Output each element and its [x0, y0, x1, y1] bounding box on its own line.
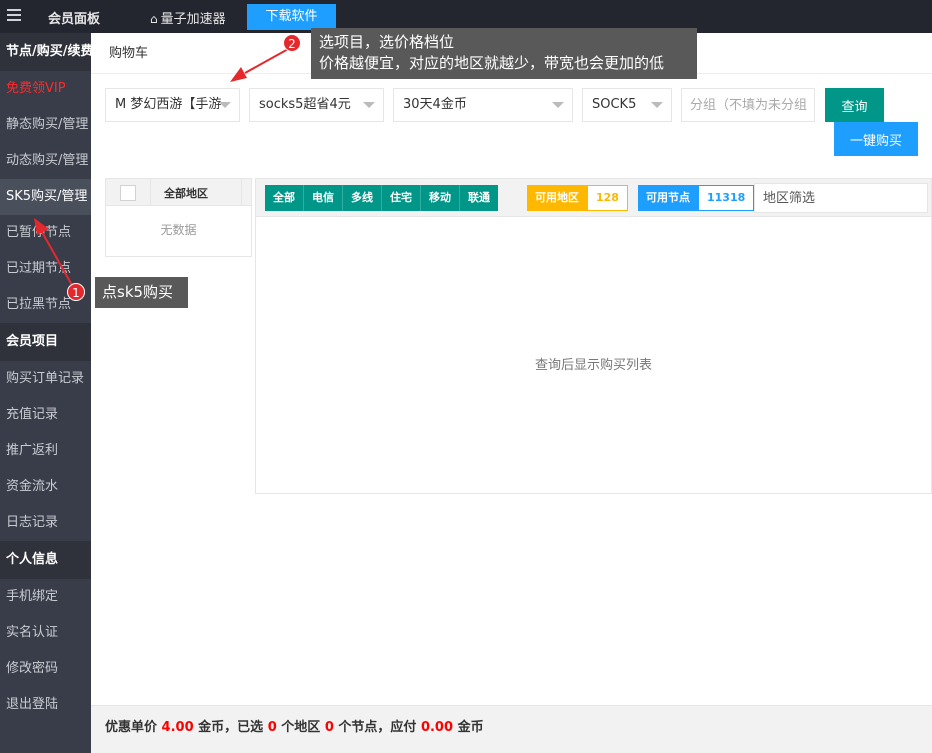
home-icon: ⌂	[150, 12, 158, 26]
cart-title: 购物车	[109, 46, 149, 61]
purchase-list-placeholder: 查询后显示购买列表	[534, 358, 652, 373]
selected-nodes-count: 0	[324, 720, 334, 735]
sidebar-item-static-purchase[interactable]: 静态购买/管理	[0, 107, 91, 143]
region-filter-input[interactable]	[754, 183, 928, 213]
project-select-value: M 梦幻西游【手游	[115, 97, 222, 112]
sidebar-section-nodes: 节点/购买/续费	[0, 33, 91, 71]
accelerator-link[interactable]: ⌂ 量子加速器	[150, 8, 226, 27]
sidebar-item-real-name[interactable]: 实名认证	[0, 615, 91, 651]
annotation-step1-badge: 1	[67, 283, 85, 301]
available-regions-value: 128	[587, 185, 628, 211]
sidebar-item-phone-binding[interactable]: 手机绑定	[0, 579, 91, 615]
project-select[interactable]: M 梦幻西游【手游	[105, 88, 240, 122]
menu-toggle-icon[interactable]	[7, 9, 21, 23]
download-software-button[interactable]: 下载软件	[247, 4, 336, 30]
one-click-buy-button[interactable]: 一键购买	[834, 122, 918, 156]
tab-all[interactable]: 全部	[265, 185, 304, 211]
tab-unicom[interactable]: 联通	[460, 185, 498, 211]
available-nodes-badge: 可用节点 11318	[638, 185, 755, 211]
region-table-header: 全部地区	[106, 179, 251, 206]
chevron-down-icon	[651, 102, 663, 108]
annotation-step2-badge: 2	[283, 34, 301, 52]
total-payable-value: 0.00	[420, 720, 454, 735]
tab-mobile[interactable]: 移动	[421, 185, 460, 211]
order-summary-footer: 优惠单价 4.00 金币，已选 0 个地区 0 个节点，应付 0.00 金币	[91, 705, 932, 753]
available-regions-label: 可用地区	[527, 185, 587, 211]
sidebar-item-recharge-records[interactable]: 充值记录	[0, 397, 91, 433]
sidebar: 节点/购买/续费 免费领VIP 静态购买/管理 动态购买/管理 SK5购买/管理…	[0, 33, 91, 753]
nodes-payable-label: 个节点，应付	[338, 720, 417, 735]
divider	[150, 179, 151, 206]
sidebar-item-fund-flow[interactable]: 资金流水	[0, 469, 91, 505]
available-nodes-value: 11318	[698, 185, 755, 211]
sidebar-item-dynamic-purchase[interactable]: 动态购买/管理	[0, 143, 91, 179]
chevron-down-icon	[552, 102, 564, 108]
sidebar-item-expired-nodes[interactable]: 已过期节点	[0, 251, 91, 287]
tab-multiline[interactable]: 多线	[343, 185, 382, 211]
regions-label: 个地区	[281, 720, 321, 735]
annotation-step2-line1: 选项目，选价格档位	[319, 33, 455, 51]
annotation-step2-line2: 价格越便宜，对应的地区就越少，带宽也会更加的低	[319, 54, 665, 72]
accelerator-label: 量子加速器	[160, 12, 226, 27]
protocol-select[interactable]: SOCK5	[582, 88, 672, 122]
sidebar-item-free-vip[interactable]: 免费领VIP	[0, 71, 91, 107]
annotation-step1-text: 点sk5购买	[102, 283, 174, 301]
sidebar-item-order-records[interactable]: 购买订单记录	[0, 361, 91, 397]
coin-label: 金币	[457, 720, 484, 735]
sidebar-section-personal-info: 个人信息	[0, 541, 91, 579]
protocol-select-value: SOCK5	[592, 97, 637, 112]
unit-price-label: 优惠单价	[105, 720, 158, 735]
available-nodes-label: 可用节点	[638, 185, 698, 211]
tab-residential[interactable]: 住宅	[382, 185, 421, 211]
query-button[interactable]: 查询	[825, 88, 884, 122]
sidebar-item-referral-rebate[interactable]: 推广返利	[0, 433, 91, 469]
coin-selected-label: 金币，已选	[198, 720, 264, 735]
divider	[241, 179, 242, 206]
sidebar-item-paused-nodes[interactable]: 已暂停节点	[0, 215, 91, 251]
duration-select-value: 30天4金币	[403, 97, 467, 112]
member-panel-link[interactable]: 会员面板	[48, 8, 100, 27]
cart-panel: 购物车 M 梦幻西游【手游 socks5超省4元 30天4金币 SOCK5 查询…	[91, 33, 932, 753]
region-table: 全部地区 无数据	[105, 178, 252, 257]
line-type-tabs: 全部 电信 多线 住宅 移动 联通	[265, 185, 498, 211]
duration-select[interactable]: 30天4金币	[393, 88, 573, 122]
available-regions-badge: 可用地区 128	[527, 185, 628, 211]
all-regions-label: 全部地区	[164, 187, 208, 200]
sidebar-item-logout[interactable]: 退出登陆	[0, 687, 91, 723]
annotation-step2-box: 选项目，选价格档位 价格越便宜，对应的地区就越少，带宽也会更加的低	[311, 28, 697, 79]
node-filter-bar: 全部 电信 多线 住宅 移动 联通 可用地区 128 可用节点 11318	[256, 179, 931, 217]
package-select[interactable]: socks5超省4元	[249, 88, 384, 122]
package-select-value: socks5超省4元	[259, 97, 351, 112]
annotation-step1-box: 点sk5购买	[95, 277, 188, 308]
node-panel: 全部 电信 多线 住宅 移动 联通 可用地区 128 可用节点 11318 查询…	[255, 178, 932, 494]
chevron-down-icon	[363, 102, 375, 108]
sidebar-item-log-records[interactable]: 日志记录	[0, 505, 91, 541]
empty-state: 无数据	[160, 223, 197, 237]
selected-regions-count: 0	[267, 720, 277, 735]
chevron-down-icon	[219, 102, 231, 108]
select-all-checkbox[interactable]	[120, 185, 136, 201]
sidebar-section-member-projects: 会员项目	[0, 323, 91, 361]
unit-price-value: 4.00	[161, 720, 194, 735]
sidebar-item-change-password[interactable]: 修改密码	[0, 651, 91, 687]
sidebar-item-sk5-purchase[interactable]: SK5购买/管理	[0, 179, 91, 215]
group-input[interactable]	[681, 88, 815, 122]
tab-telecom[interactable]: 电信	[304, 185, 343, 211]
